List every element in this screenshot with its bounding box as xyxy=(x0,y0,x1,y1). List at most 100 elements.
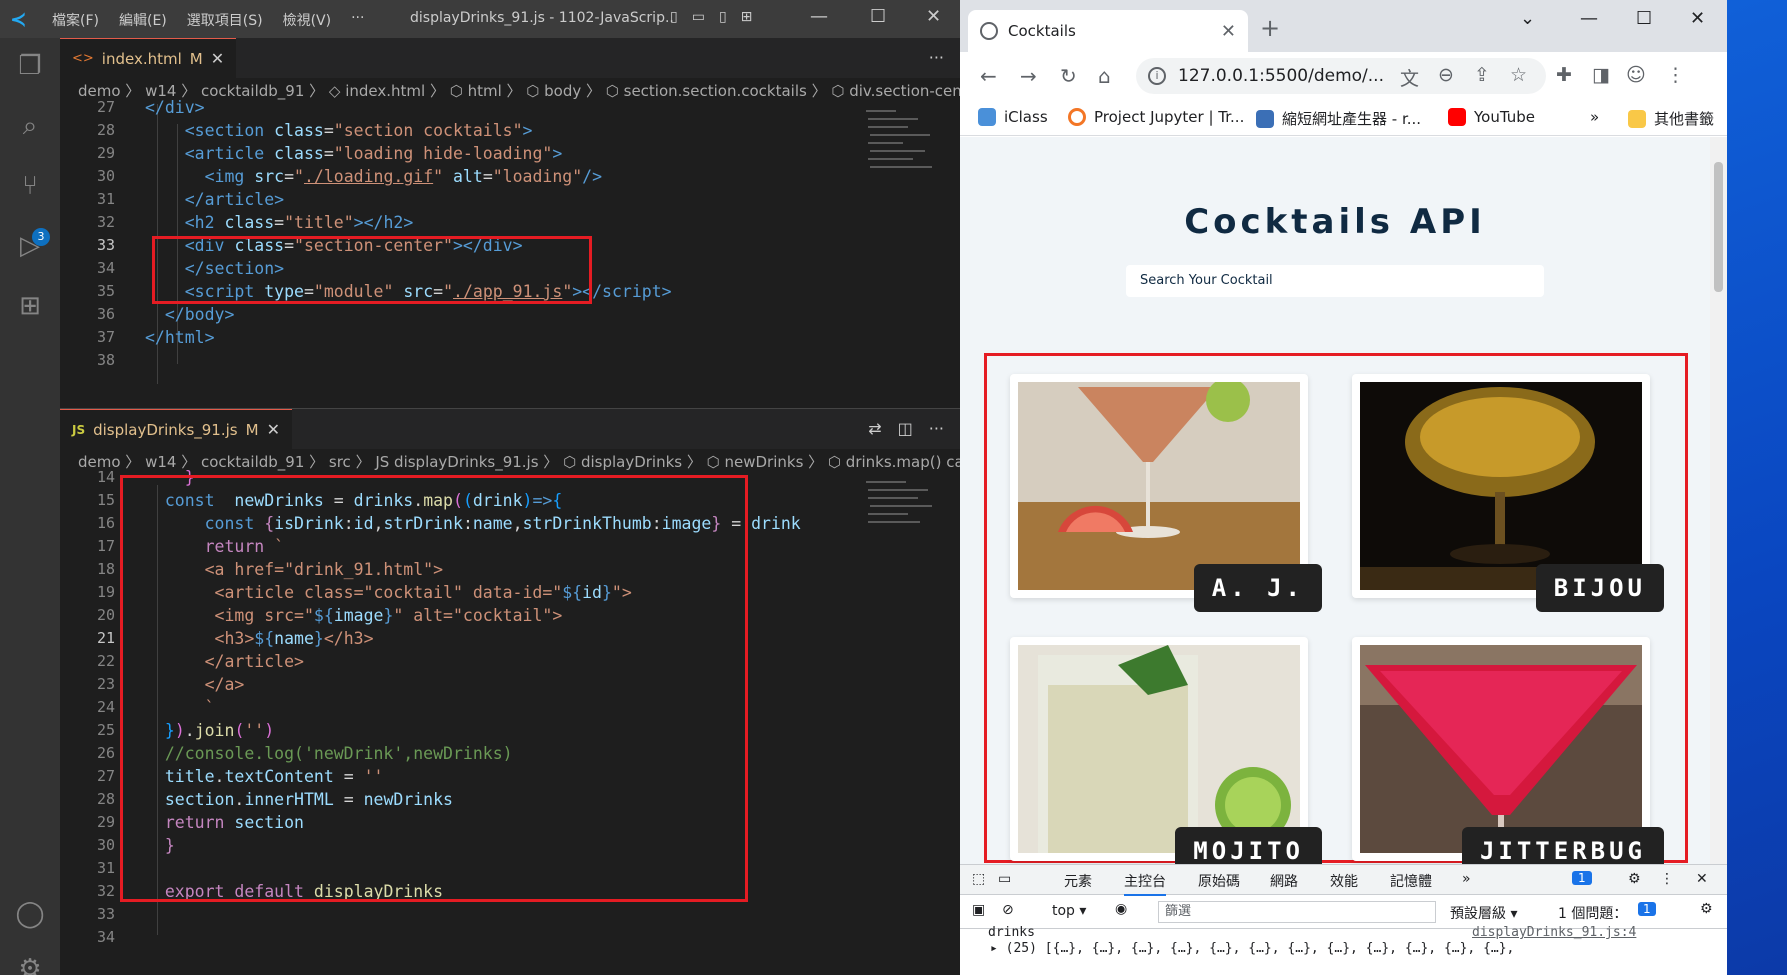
tab-index-html[interactable]: <> index.html M ✕ xyxy=(60,38,237,78)
cocktail-card[interactable]: A. J. xyxy=(1010,374,1322,612)
new-tab-icon[interactable]: + xyxy=(1260,14,1280,42)
minimap[interactable] xyxy=(864,475,942,555)
line-number: 30 xyxy=(96,167,115,185)
bookmark-other-folder[interactable]: 其他書籤 xyxy=(1628,108,1714,129)
menu-selection[interactable]: 選取項目(S) xyxy=(187,10,263,30)
scrollbar-thumb[interactable] xyxy=(1714,162,1723,292)
bookmark-jupyter[interactable]: Project Jupyter | Tr... xyxy=(1068,108,1244,126)
code-area[interactable]: 27 28 29 30 31 32 33 34 35 36 37 38 </div> <section… xyxy=(60,98,960,408)
maximize-icon[interactable]: ☐ xyxy=(1636,8,1652,29)
menu-file[interactable]: 檔案(F) xyxy=(52,10,99,30)
console-label: drinks xyxy=(988,925,1035,940)
profile-avatar-icon[interactable]: ☺ xyxy=(1626,64,1646,86)
console-source-link[interactable]: displayDrinks_91.js:4 xyxy=(1472,925,1636,940)
cocktail-card[interactable]: MOJITO xyxy=(1010,637,1322,864)
tab-performance[interactable]: 效能 xyxy=(1330,871,1358,891)
browser-toolbar: ← → ↻ ⌂ i 127.0.0.1:5500/demo/... 文 ⊖ ⇪ … xyxy=(960,52,1727,100)
extensions-icon[interactable]: ⊞ xyxy=(14,290,46,322)
inspect-element-icon[interactable]: ⬚ xyxy=(972,871,985,887)
account-icon[interactable]: ◯ xyxy=(14,898,46,930)
menu-more[interactable]: ··· xyxy=(351,10,364,30)
window-title: displayDrinks_91.js - 1102-JavaScrip... xyxy=(410,10,675,26)
toggle-panel-icon[interactable]: ▭ xyxy=(692,9,705,25)
bookmark-star-icon[interactable]: ☆ xyxy=(1510,64,1527,86)
maximize-icon[interactable]: ☐ xyxy=(870,6,886,27)
open-changes-icon[interactable]: ⇄ xyxy=(868,419,881,438)
cocktail-name: A. J. xyxy=(1193,564,1322,612)
forward-icon[interactable]: → xyxy=(1020,64,1037,88)
site-info-icon[interactable]: i xyxy=(1148,67,1166,85)
page-scrollbar[interactable] xyxy=(1710,137,1727,864)
devtools-menu-icon[interactable]: ⋮ xyxy=(1660,871,1674,887)
more-tabs[interactable]: » xyxy=(1462,871,1471,887)
close-tab-icon[interactable]: ✕ xyxy=(1221,21,1236,42)
close-icon[interactable]: ✕ xyxy=(926,6,941,27)
console-output[interactable]: drinks displayDrinks_91.js:4 ▸ (25) [{…}… xyxy=(960,925,1727,975)
console-filter-input[interactable]: 篩選 xyxy=(1158,901,1436,923)
minimap[interactable] xyxy=(864,104,942,224)
tab-elements[interactable]: 元素 xyxy=(1064,871,1092,891)
run-debug-icon[interactable]: ▷ xyxy=(14,230,46,262)
bookmarks-overflow[interactable]: » xyxy=(1590,108,1599,126)
line-number: 27 xyxy=(96,98,115,116)
console-settings-icon[interactable]: ⚙ xyxy=(1700,901,1713,917)
tab-network[interactable]: 網路 xyxy=(1270,871,1298,891)
source-control-icon[interactable]: ⑂ xyxy=(14,170,46,202)
split-editor-icon[interactable]: ◫ xyxy=(898,419,913,438)
search-icon[interactable]: ⌕ xyxy=(14,110,46,142)
breadcrumb[interactable]: demo 〉 w14 〉 cocktaildb_91 〉 src 〉 JS di… xyxy=(60,449,960,475)
home-icon[interactable]: ⌂ xyxy=(1098,64,1111,88)
menu-edit[interactable]: 編輯(E) xyxy=(119,10,167,30)
translate-icon[interactable]: 文 xyxy=(1400,64,1419,91)
tab-search-chevron-icon[interactable]: ⌄ xyxy=(1520,8,1535,29)
search-input[interactable]: Search Your Cocktail xyxy=(1126,265,1544,297)
cocktail-card[interactable]: JITTERBUG xyxy=(1352,637,1664,864)
console-array-preview[interactable]: ▸ (25) [{…}, {…}, {…}, {…}, {…}, {…}, {…… xyxy=(990,941,1514,956)
context-selector[interactable]: top ▾ xyxy=(1052,903,1086,919)
device-toolbar-icon[interactable]: ▭ xyxy=(998,871,1011,887)
line-number: 24 xyxy=(96,698,115,716)
devtools-panel: ⬚ ▭ 元素 主控台 原始碼 網路 效能 記憶體 » 1 ⚙ ⋮ ✕ ▣ ⊘ t… xyxy=(960,864,1727,975)
settings-gear-icon[interactable]: ⚙ xyxy=(14,953,46,975)
share-icon[interactable]: ⇪ xyxy=(1474,64,1490,86)
issues-badge[interactable]: 1 xyxy=(1572,871,1592,885)
toggle-secondary-sidebar-icon[interactable]: ▯ xyxy=(719,9,727,25)
devtools-settings-icon[interactable]: ⚙ xyxy=(1628,871,1641,887)
menu-kebab-icon[interactable]: ⋮ xyxy=(1666,64,1685,86)
live-expression-eye-icon[interactable]: ◉ xyxy=(1115,901,1127,917)
extensions-puzzle-icon[interactable]: ✚ xyxy=(1556,64,1572,86)
explorer-icon[interactable]: ❐ xyxy=(14,50,46,82)
bookmark-iclass[interactable]: iClass xyxy=(978,108,1048,126)
tab-memory[interactable]: 記憶體 xyxy=(1390,871,1432,891)
tab-console[interactable]: 主控台 xyxy=(1124,871,1166,896)
back-icon[interactable]: ← xyxy=(980,64,997,88)
issues-counter[interactable]: 1 個問題： xyxy=(1558,903,1627,923)
clear-console-icon[interactable]: ⊘ xyxy=(1002,902,1014,918)
toggle-sidebar-icon[interactable]: ▯ xyxy=(670,9,678,25)
minimize-icon[interactable]: — xyxy=(1580,8,1598,29)
minimize-icon[interactable]: — xyxy=(810,6,828,27)
cocktail-image xyxy=(1018,645,1300,853)
tab-displaydrinks-js[interactable]: JS displayDrinks_91.js M ✕ xyxy=(60,409,292,449)
sidebar-toggle-icon[interactable]: ▣ xyxy=(972,902,985,918)
customize-layout-icon[interactable]: ⊞ xyxy=(741,9,753,25)
close-devtools-icon[interactable]: ✕ xyxy=(1696,871,1708,887)
close-tab-icon[interactable]: ✕ xyxy=(267,420,280,439)
close-window-icon[interactable]: ✕ xyxy=(1690,8,1705,29)
bookmark-url-shortener[interactable]: 縮短網址產生器 - r... xyxy=(1256,108,1421,129)
reload-icon[interactable]: ↻ xyxy=(1060,64,1077,88)
tab-sources[interactable]: 原始碼 xyxy=(1198,871,1240,891)
line-number: 21 xyxy=(96,629,115,647)
zoom-icon[interactable]: ⊖ xyxy=(1438,64,1454,86)
cocktail-card[interactable]: BIJOU xyxy=(1352,374,1664,612)
code-area[interactable]: 14 15 16 17 18 19 20 21 22 23 24 25 26 27 28 29 30 31 32 33… xyxy=(60,468,960,975)
browser-tab-cocktails[interactable]: Cocktails ✕ xyxy=(968,10,1248,52)
bookmark-youtube[interactable]: YouTube xyxy=(1448,108,1535,126)
more-actions-icon[interactable]: ··· xyxy=(929,48,944,67)
menu-view[interactable]: 檢視(V) xyxy=(283,10,332,30)
more-actions-icon[interactable]: ··· xyxy=(929,419,944,438)
log-levels-dropdown[interactable]: 預設層級 ▾ xyxy=(1450,903,1517,923)
line-number: 33 xyxy=(96,236,115,254)
close-tab-icon[interactable]: ✕ xyxy=(211,49,224,68)
side-panel-icon[interactable]: ◨ xyxy=(1592,64,1610,86)
